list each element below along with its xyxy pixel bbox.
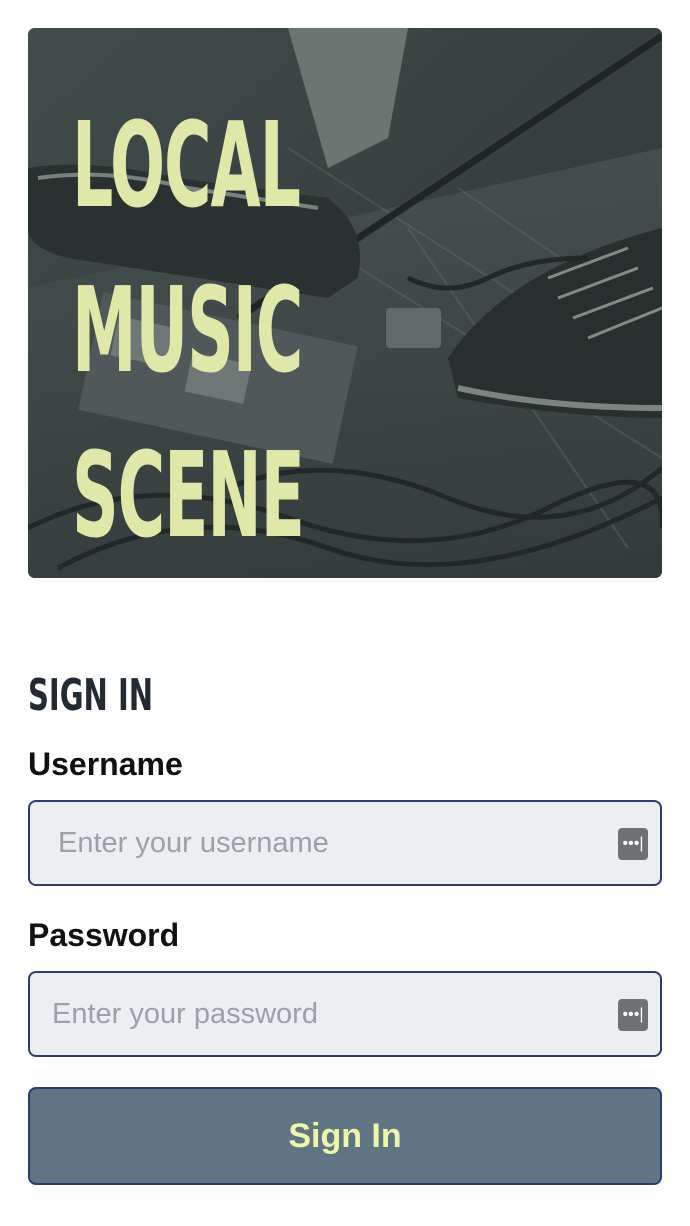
- sign-in-button-label: Sign In: [288, 1116, 402, 1155]
- sign-in-button[interactable]: Sign In: [28, 1087, 662, 1185]
- hero-title-line-1: LOCAL: [72, 96, 301, 234]
- hero-banner: LOCAL MUSIC SCENE: [28, 28, 662, 578]
- password-field-container: •••|: [28, 971, 662, 1057]
- username-label: Username: [28, 746, 183, 782]
- hero-title: LOCAL MUSIC SCENE: [72, 83, 305, 578]
- password-manager-icon[interactable]: •••|: [618, 828, 648, 860]
- password-input[interactable]: [30, 973, 590, 1055]
- signin-heading: SIGN IN: [28, 670, 154, 721]
- username-field-container: •••|: [28, 800, 662, 886]
- password-label: Password: [28, 917, 180, 953]
- username-input[interactable]: [30, 802, 590, 884]
- hero-title-line-3: SCENE: [72, 426, 305, 564]
- password-manager-icon[interactable]: •••|: [618, 999, 648, 1031]
- hero-title-line-2: MUSIC: [72, 261, 303, 399]
